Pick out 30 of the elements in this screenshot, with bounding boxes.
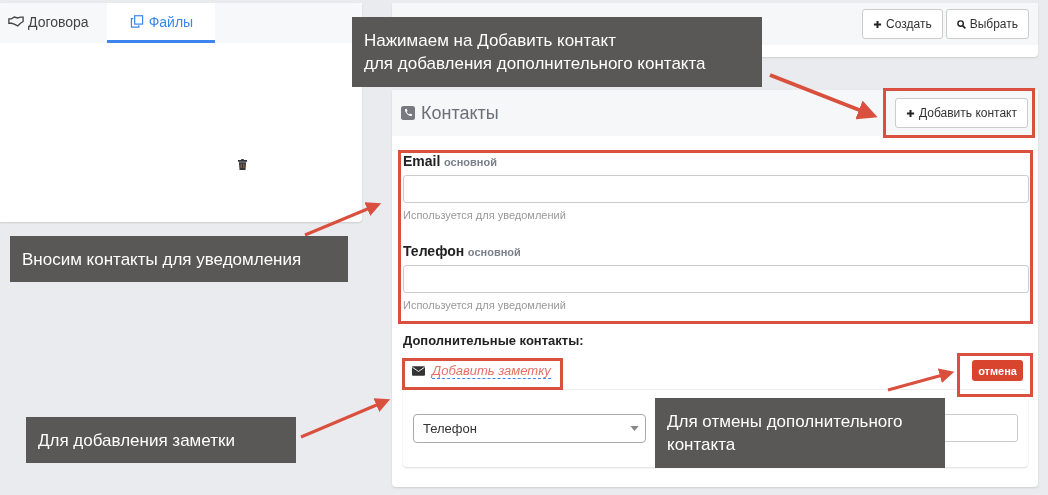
input-field[interactable] bbox=[403, 265, 1029, 293]
field-tag: основной bbox=[444, 156, 497, 168]
callout-tooltip: Нажимаем на Добавить контакт для добавления дополнительного контакта bbox=[352, 17, 762, 87]
create-button[interactable]: Создать bbox=[862, 9, 943, 39]
panel-title: Контакты bbox=[421, 102, 499, 124]
callout-tooltip: Для добавления заметки bbox=[26, 417, 296, 463]
search-icon bbox=[956, 19, 966, 29]
plus-icon bbox=[906, 108, 916, 118]
tab[interactable]: Файлы bbox=[106, 3, 216, 43]
callout-tooltip: Для отмены дополнительного контакта bbox=[655, 398, 945, 468]
tab[interactable]: Договора bbox=[0, 3, 107, 43]
help-text: Используется для уведомлений bbox=[403, 209, 567, 221]
section-title: Дополнительные контакты: bbox=[403, 333, 585, 348]
type-select[interactable]: Телефон bbox=[413, 414, 646, 443]
select-button[interactable]: Выбрать bbox=[945, 9, 1029, 39]
files-icon bbox=[128, 15, 145, 28]
phone-icon bbox=[401, 106, 415, 120]
callout-tooltip: Вносим контакты для уведомления bbox=[10, 236, 348, 282]
arrow bbox=[887, 368, 955, 392]
plus-icon bbox=[873, 19, 883, 29]
caret-icon bbox=[630, 426, 639, 431]
input-field[interactable] bbox=[403, 175, 1029, 203]
field-label: Телефон bbox=[403, 243, 465, 259]
cancel-button[interactable]: отмена bbox=[972, 360, 1023, 381]
field-label: Email bbox=[403, 153, 441, 169]
trash-icon[interactable] bbox=[238, 159, 247, 170]
envelope-icon bbox=[412, 365, 425, 376]
help-text: Используется для уведомлений bbox=[403, 299, 567, 311]
add-contact-button[interactable]: Добавить контакт bbox=[895, 98, 1028, 128]
field-tag: основной bbox=[467, 246, 521, 258]
